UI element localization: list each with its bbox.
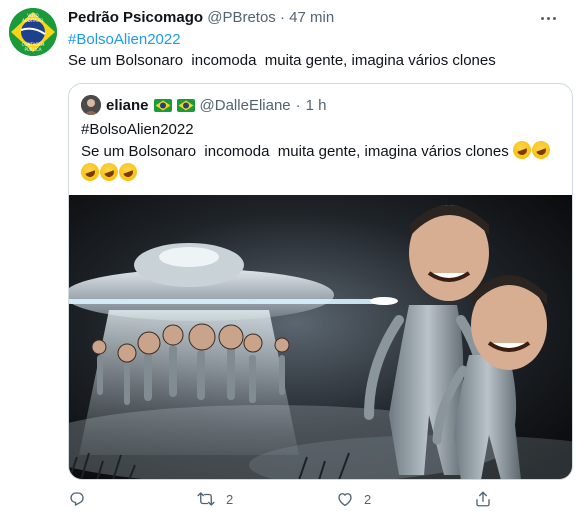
quoted-tweet-header: eliane @DalleEliane · 1 h <box>81 95 327 115</box>
tweet-header: Pedrão Psicomago @PBretos · 47 min <box>68 9 334 26</box>
quoted-author-name[interactable]: eliane <box>106 97 149 114</box>
like-button[interactable]: 2 <box>336 490 371 508</box>
quoted-tweet-card[interactable]: eliane @DalleEliane · 1 h #BolsoAlien202… <box>68 83 573 480</box>
brazil-flag-icon <box>176 98 195 112</box>
share-button[interactable] <box>474 490 492 508</box>
like-icon <box>338 493 352 507</box>
share-icon <box>476 491 490 507</box>
tweet-media-image[interactable] <box>69 195 573 480</box>
more-icon <box>540 16 544 20</box>
like-count: 2 <box>364 491 372 507</box>
tweet-text: Se um Bolsonaro incomoda muita gente, im… <box>68 52 496 69</box>
brazil-flag-icon <box>153 98 172 112</box>
quoted-author-avatar[interactable] <box>81 95 101 115</box>
reply-icon <box>70 492 84 506</box>
brazil-flag-icon: VOTO AUDITÁVEL CONTAGEM PÚBLICA <box>9 8 57 56</box>
tweet-timestamp[interactable]: 47 min <box>289 9 334 26</box>
quoted-text: Se um Bolsonaro incomoda muita gente, im… <box>81 143 509 160</box>
emoji-row <box>78 160 140 184</box>
laughing-emoji-icon <box>116 160 140 184</box>
separator-dot: · <box>295 96 301 114</box>
laughing-emoji-icon <box>97 160 121 184</box>
author-name[interactable]: Pedrão Psicomago <box>68 9 203 26</box>
retweet-count: 2 <box>226 491 234 507</box>
laughing-emoji-icon <box>510 138 534 162</box>
laughing-emoji-icon <box>78 160 102 184</box>
tweet-actions: 2 2 <box>68 490 508 512</box>
retweet-button[interactable]: 2 <box>196 490 233 508</box>
emoji-row <box>510 138 553 162</box>
more-options-button[interactable] <box>534 6 562 30</box>
author-handle[interactable]: @PBretos <box>207 9 276 26</box>
avatar-text-2: AUDITÁVEL <box>22 18 45 23</box>
separator-dot: · <box>279 9 285 26</box>
quoted-hashtag: #BolsoAlien2022 <box>81 121 194 138</box>
quoted-timestamp[interactable]: 1 h <box>306 97 327 114</box>
retweet-icon <box>197 492 215 506</box>
reply-button[interactable] <box>68 490 96 508</box>
tweet-hashtag[interactable]: #BolsoAlien2022 <box>68 31 181 48</box>
laughing-emoji-icon <box>529 138 553 162</box>
quoted-text-line: Se um Bolsonaro incomoda muita gente, im… <box>81 138 553 162</box>
author-avatar[interactable]: VOTO AUDITÁVEL CONTAGEM PÚBLICA <box>9 8 57 56</box>
avatar-text-4: PÚBLICA <box>24 47 41 52</box>
quoted-author-handle[interactable]: @DalleEliane <box>200 97 291 114</box>
